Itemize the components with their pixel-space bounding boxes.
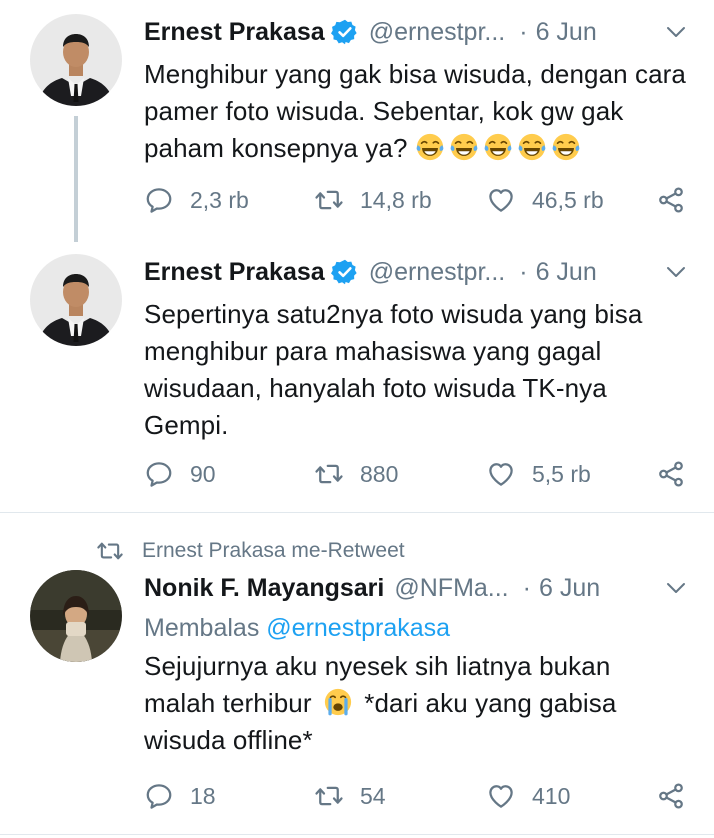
tweet-2[interactable]: Ernest Prakasa @ernestpr... · 6 Jun Sepe… [0,242,714,512]
reply-icon [144,185,174,215]
verified-badge-icon [331,258,359,286]
retweet-icon [314,459,344,489]
like-count: 5,5 rb [532,460,591,487]
author-name[interactable]: Nonik F. Mayangsari [144,574,384,603]
like-icon [486,185,516,215]
laughing-tears-emoji [517,132,547,162]
like-button[interactable]: 46,5 rb [486,180,604,220]
reply-count: 2,3 rb [190,186,249,213]
tweet-divider [0,834,714,835]
reply-count: 90 [190,460,216,487]
laughing-tears-emoji [551,132,581,162]
chevron-down-icon[interactable] [664,20,688,44]
reply-count: 18 [190,782,216,809]
tweet-text: Sepertinya satu2nya foto wisuda yang bis… [144,299,643,440]
like-icon [486,459,516,489]
like-count: 46,5 rb [532,186,604,213]
tweet-actions: 90 880 5,5 rb [0,454,714,494]
thread-connector-line [74,116,78,242]
laughing-tears-emoji [483,132,513,162]
retweet-icon [314,185,344,215]
avatar-photo [30,570,122,662]
share-icon [656,459,686,489]
retweet-button[interactable]: 14,8 rb [314,180,432,220]
retweet-context[interactable]: Ernest Prakasa me-Retweet [96,539,405,563]
laughing-tears-emoji [415,132,445,162]
tweet-divider [0,512,714,513]
retweet-count: 54 [360,782,386,809]
laughing-tears-emoji [449,132,479,162]
separator: · [522,573,531,602]
tweet-date[interactable]: 6 Jun [539,574,600,603]
like-icon [486,781,516,811]
share-icon [656,781,686,811]
chevron-down-icon[interactable] [664,260,688,284]
replying-to-label: Membalas [144,614,260,642]
share-icon [656,185,686,215]
verified-badge-icon [331,18,359,46]
tweet-feed: Ernest Prakasa @ernestpr... · 6 Jun Meng… [0,0,714,838]
retweeted-by-label: Ernest Prakasa me-Retweet [142,539,405,562]
avatar-photo [30,254,122,346]
author-name[interactable]: Ernest Prakasa [144,18,325,47]
retweet-icon [314,781,344,811]
author-name[interactable]: Ernest Prakasa [144,258,325,287]
like-count: 410 [532,782,571,809]
author-handle[interactable]: @ernestpr... [369,258,506,287]
tweet-date[interactable]: 6 Jun [536,258,597,287]
tweet-text: Sejujurnya aku nyesek sih liatnya bukan … [144,648,688,759]
separator: · [519,257,528,286]
share-button[interactable] [656,776,686,816]
avatar[interactable] [30,570,122,662]
reply-icon [144,459,174,489]
crying-face-emoji [323,687,353,717]
tweet-1[interactable]: Ernest Prakasa @ernestpr... · 6 Jun Meng… [0,0,714,242]
share-button[interactable] [656,454,686,494]
tweet-actions: 18 54 410 [0,776,714,816]
author-handle[interactable]: @NFMa... [394,574,508,603]
like-button[interactable]: 410 [486,776,570,816]
separator: · [519,17,528,46]
like-button[interactable]: 5,5 rb [486,454,591,494]
tweet-actions: 2,3 rb 14,8 rb 46,5 rb [0,180,714,220]
replying-to: Membalas @ernestprakasa [144,610,688,646]
retweet-button[interactable]: 54 [314,776,386,816]
share-button[interactable] [656,180,686,220]
reply-button[interactable]: 2,3 rb [144,180,249,220]
reply-icon [144,781,174,811]
retweet-small-icon [97,542,123,560]
retweet-count: 14,8 rb [360,186,432,213]
avatar[interactable] [30,254,122,346]
avatar-photo [30,14,122,106]
tweet-3[interactable]: Nonik F. Mayangsari @NFMa... · 6 Jun Mem… [0,566,714,838]
chevron-down-icon[interactable] [664,576,688,600]
replying-to-link[interactable]: @ernestprakasa [266,614,450,642]
retweet-count: 880 [360,460,399,487]
reply-button[interactable]: 90 [144,454,216,494]
retweet-button[interactable]: 880 [314,454,398,494]
avatar[interactable] [30,14,122,106]
reply-button[interactable]: 18 [144,776,216,816]
author-handle[interactable]: @ernestpr... [369,18,506,47]
tweet-date[interactable]: 6 Jun [536,18,597,47]
tweet-text: Menghibur yang gak bisa wisuda, dengan c… [144,56,688,167]
